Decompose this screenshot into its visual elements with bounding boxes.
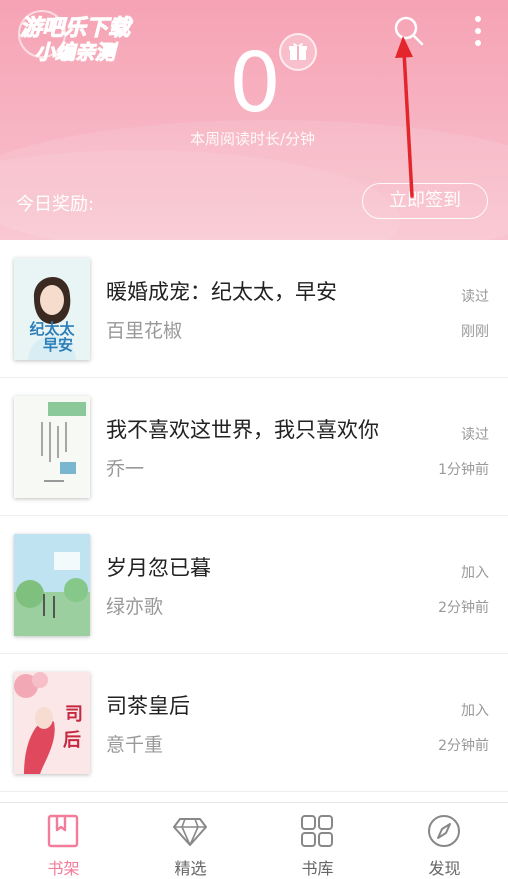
book-row[interactable]: 岁月忽已暮 绿亦歌 加入 2分钟前 <box>0 516 508 654</box>
book-title: 司茶皇后 <box>106 694 190 718</box>
tab-label: 发现 <box>428 859 461 878</box>
book-cover[interactable] <box>14 534 90 636</box>
dot <box>475 28 481 34</box>
watermark-text: 小编亲测 <box>35 40 116 65</box>
watermark-logo: 游吧乐下载 小编亲测 <box>10 10 150 66</box>
today-reward-label: 今日奖励: <box>16 194 95 215</box>
book-title: 岁月忽已暮 <box>106 556 211 580</box>
book-title: 我不喜欢这世界，我只喜欢你 <box>106 418 379 442</box>
svg-text:早安: 早安 <box>43 336 73 354</box>
search-icon[interactable] <box>392 14 426 48</box>
dot <box>475 16 481 22</box>
book-title: 暖婚成宠：纪太太，早安 <box>106 280 337 304</box>
tab-bookshelf[interactable]: 书架 <box>0 803 127 878</box>
tab-label: 精选 <box>174 859 207 878</box>
book-cover[interactable] <box>14 396 90 498</box>
book-time: 刚刚 <box>461 324 489 340</box>
book-time: 2分钟前 <box>438 738 489 754</box>
svg-text:司: 司 <box>65 704 83 725</box>
tab-label: 书库 <box>301 859 334 878</box>
book-author: 绿亦歌 <box>106 596 164 618</box>
book-time: 1分钟前 <box>438 462 489 478</box>
bookshelf-icon <box>45 813 81 849</box>
tab-discover[interactable]: 发现 <box>381 803 508 878</box>
reading-header: 游吧乐下载 小编亲测 0 本周阅读时长/分钟 今日奖励: 立即签到 <box>0 0 508 240</box>
more-vertical-icon[interactable] <box>470 12 486 50</box>
weekly-reading-label: 本周阅读时长/分钟 <box>189 130 316 148</box>
signin-button[interactable]: 立即签到 <box>362 183 488 219</box>
book-author: 乔一 <box>106 458 145 480</box>
book-author: 意千重 <box>106 734 164 756</box>
tab-library[interactable]: 书库 <box>254 803 381 878</box>
tab-featured[interactable]: 精选 <box>127 803 254 878</box>
dot <box>475 40 481 46</box>
svg-text:后: 后 <box>63 730 81 751</box>
book-status: 加入 <box>461 565 489 581</box>
book-row[interactable]: 我不喜欢这世界，我只喜欢你 乔一 读过 1分钟前 <box>0 378 508 516</box>
book-author: 百里花椒 <box>106 320 183 342</box>
grid-icon <box>299 813 335 849</box>
diamond-icon <box>172 813 208 849</box>
book-status: 加入 <box>461 703 489 719</box>
compass-icon <box>426 813 462 849</box>
tab-label: 书架 <box>47 859 80 878</box>
gift-icon[interactable] <box>279 33 317 71</box>
bookshelf-list: 纪太太 早安 暖婚成宠：纪太太，早安 百里花椒 读过 刚刚 我不喜欢这世界，我只… <box>0 240 508 792</box>
book-time: 2分钟前 <box>438 600 489 616</box>
book-cover[interactable]: 司 后 <box>14 672 90 774</box>
book-row[interactable]: 司 后 司茶皇后 意千重 加入 2分钟前 <box>0 654 508 792</box>
weekly-reading-minutes: 0 <box>228 36 282 131</box>
book-cover[interactable]: 纪太太 早安 <box>14 258 90 360</box>
bottom-tab-bar: 书架 精选 书库 发现 <box>0 802 508 878</box>
book-status: 读过 <box>461 289 489 305</box>
book-row[interactable]: 纪太太 早安 暖婚成宠：纪太太，早安 百里花椒 读过 刚刚 <box>0 240 508 378</box>
book-status: 读过 <box>461 427 489 443</box>
